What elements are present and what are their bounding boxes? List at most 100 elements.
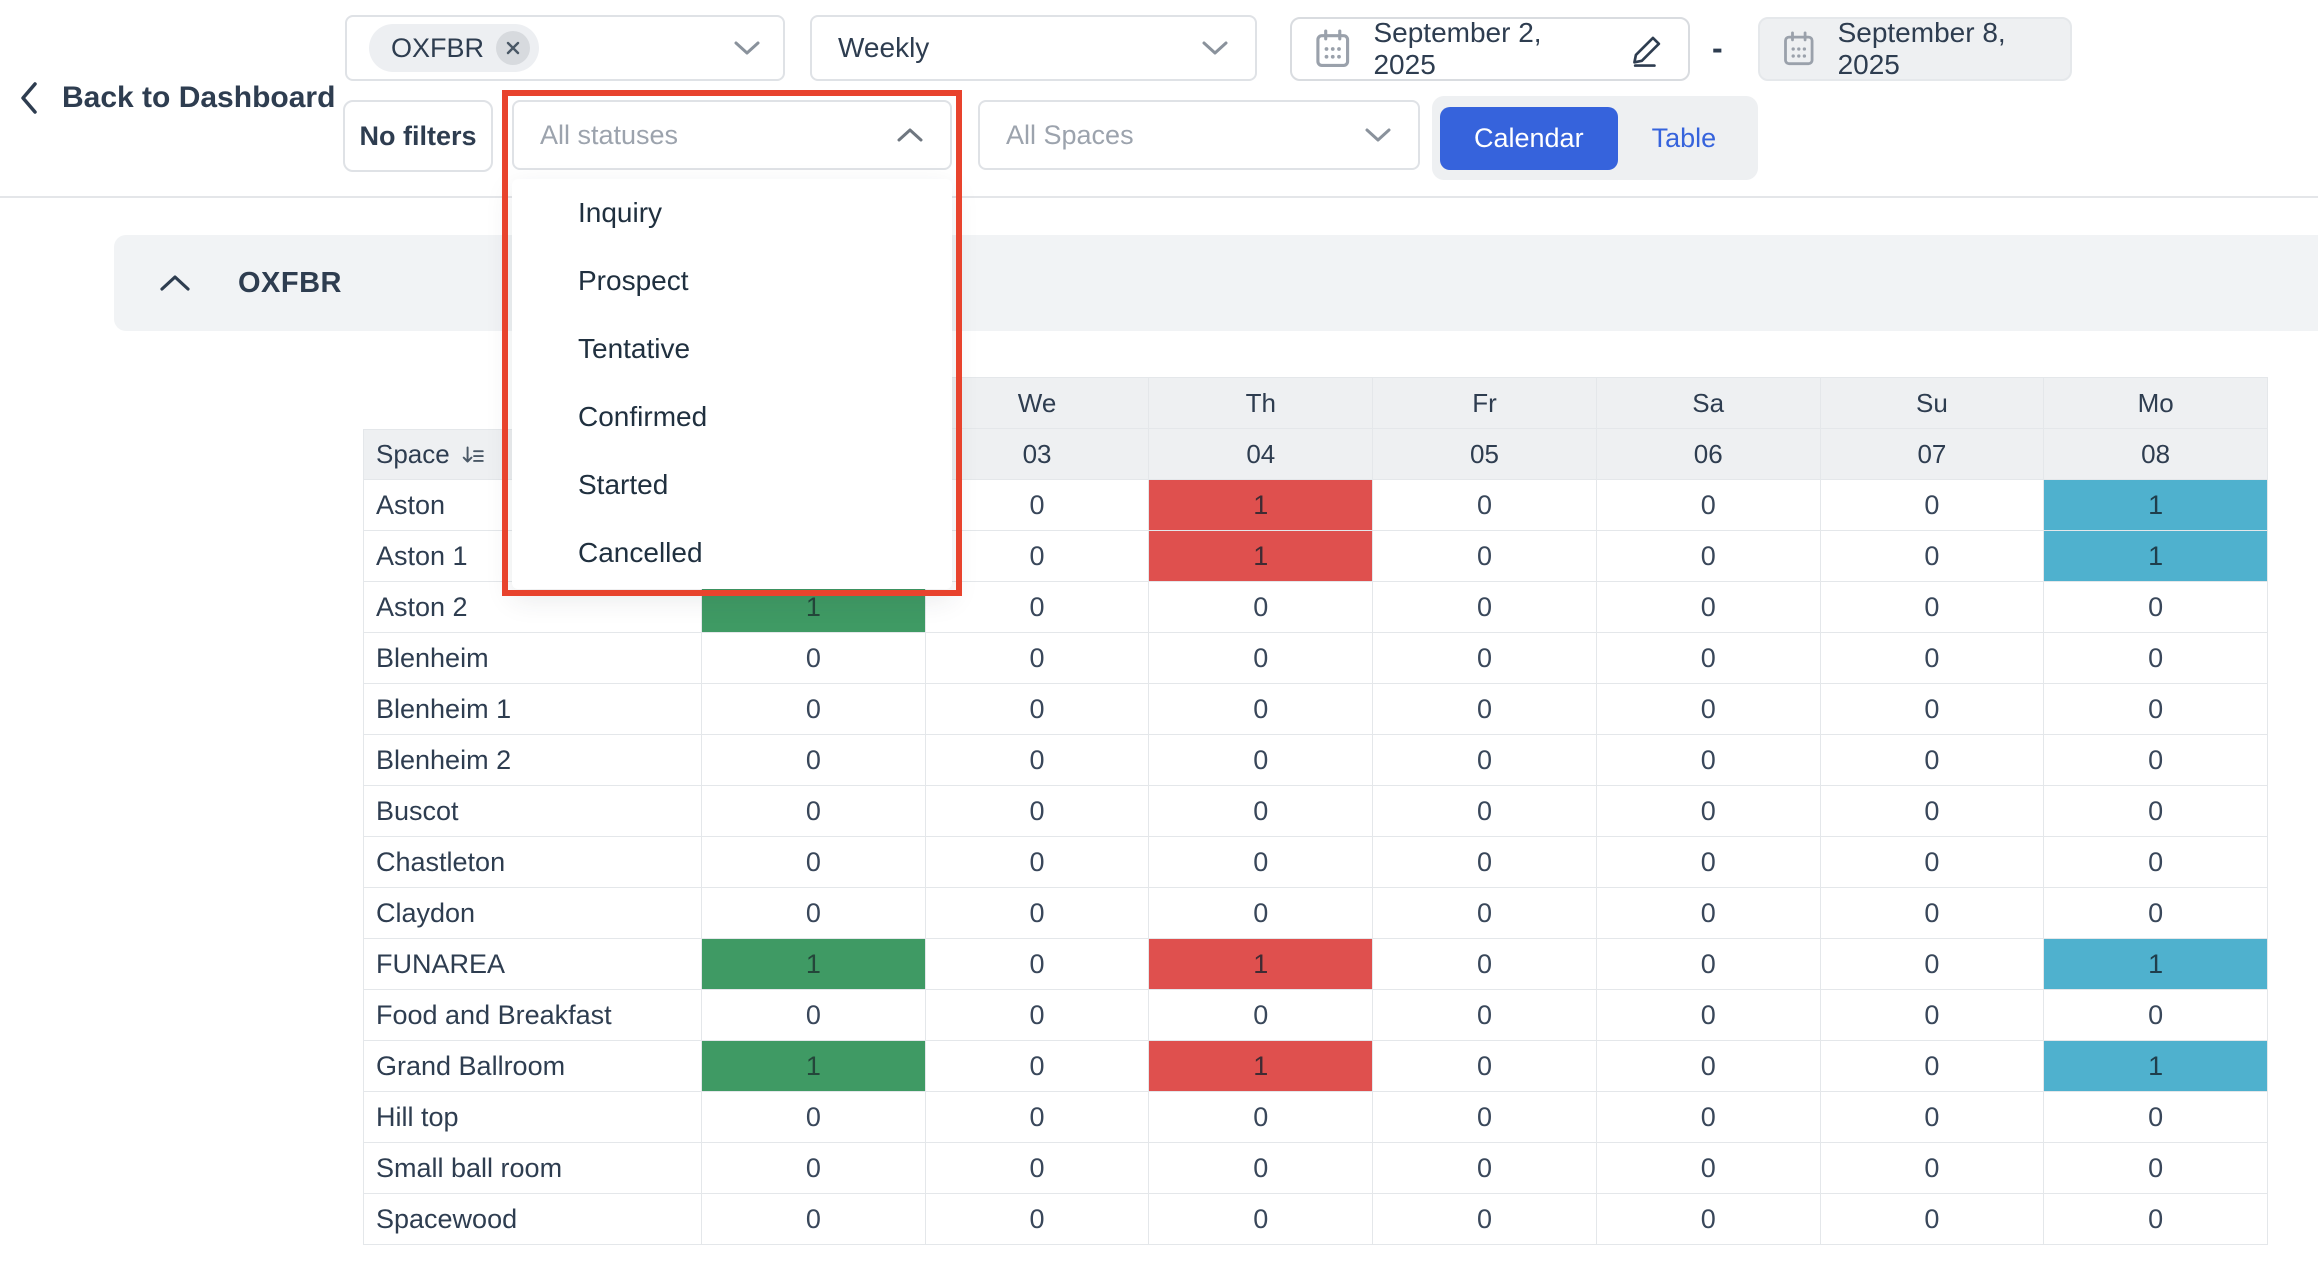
count-cell: 1: [2044, 480, 2268, 531]
collapse-chevron-icon[interactable]: [158, 273, 192, 293]
count-cell: 0: [1821, 633, 2045, 684]
count-cell: 0: [1821, 684, 2045, 735]
count-cell: 1: [1149, 531, 1373, 582]
status-select[interactable]: All statuses: [512, 100, 952, 170]
scope-select[interactable]: OXFBR: [345, 15, 785, 81]
chevron-up-icon: [896, 126, 924, 144]
status-option-tentative[interactable]: Tentative: [512, 315, 952, 383]
end-date-field[interactable]: September 8, 2025: [1758, 17, 2072, 81]
count-cell: 0: [1597, 582, 1821, 633]
chevron-left-icon: [18, 80, 40, 116]
count-cell: 0: [926, 1194, 1150, 1245]
table-row: Claydon0000000: [363, 888, 2268, 939]
count-cell: 1: [1149, 939, 1373, 990]
count-cell: 0: [1149, 735, 1373, 786]
scope-tag: OXFBR: [369, 24, 539, 72]
count-cell: 0: [1597, 1092, 1821, 1143]
count-cell: 0: [1373, 990, 1597, 1041]
count-cell: 0: [926, 888, 1150, 939]
count-cell: 0: [2044, 1194, 2268, 1245]
count-cell: 0: [1373, 1041, 1597, 1092]
table-row: Chastleton0000000: [363, 837, 2268, 888]
table-row: Grand Ballroom1010001: [363, 1041, 2268, 1092]
space-name-cell: Blenheim 1: [363, 684, 702, 735]
status-option-started[interactable]: Started: [512, 451, 952, 519]
space-name-cell: Claydon: [363, 888, 702, 939]
count-cell: 0: [702, 1194, 926, 1245]
count-cell: 0: [926, 582, 1150, 633]
count-cell: 0: [1149, 1092, 1373, 1143]
day-header-cell: Fr: [1373, 377, 1597, 429]
count-cell: 0: [1821, 837, 2045, 888]
count-cell: 0: [1149, 1194, 1373, 1245]
count-cell: 0: [926, 1092, 1150, 1143]
chevron-down-icon: [733, 39, 761, 57]
count-cell: 0: [2044, 1143, 2268, 1194]
count-cell: 0: [1821, 1143, 2045, 1194]
count-cell: 0: [926, 480, 1150, 531]
date-header-cell: 05: [1373, 429, 1597, 480]
section-header-oxfbr[interactable]: OXFBR: [114, 235, 2318, 331]
count-cell: 0: [1149, 888, 1373, 939]
count-cell: 0: [1597, 633, 1821, 684]
day-header-cell: Su: [1821, 377, 2045, 429]
table-row: Blenheim0000000: [363, 633, 2268, 684]
space-name-cell: Grand Ballroom: [363, 1041, 702, 1092]
count-cell: 0: [702, 735, 926, 786]
booking-grid-page: Back to Dashboard OXFBR Weekly: [0, 0, 2318, 1278]
space-name-cell: Spacewood: [363, 1194, 702, 1245]
no-filters-label: No filters: [359, 121, 476, 152]
spaces-placeholder: All Spaces: [1006, 120, 1134, 151]
count-cell: 0: [1821, 1041, 2045, 1092]
space-name-cell: FUNAREA: [363, 939, 702, 990]
end-date-value: September 8, 2025: [1838, 17, 2048, 81]
count-cell: 0: [2044, 837, 2268, 888]
count-cell: 0: [1149, 837, 1373, 888]
status-option-confirmed[interactable]: Confirmed: [512, 383, 952, 451]
count-cell: 0: [1373, 633, 1597, 684]
count-cell: 0: [1149, 582, 1373, 633]
count-cell: 0: [1821, 939, 2045, 990]
remove-tag-button[interactable]: [496, 31, 530, 65]
date-header-cell: 06: [1597, 429, 1821, 480]
back-to-dashboard-link[interactable]: Back to Dashboard: [18, 80, 335, 116]
count-cell: 0: [702, 684, 926, 735]
status-option-cancelled[interactable]: Cancelled: [512, 519, 952, 587]
count-cell: 0: [1373, 888, 1597, 939]
chevron-down-icon: [1201, 39, 1229, 57]
count-cell: 0: [926, 633, 1150, 684]
count-cell: 0: [2044, 633, 2268, 684]
no-filters-button[interactable]: No filters: [343, 100, 493, 172]
count-cell: 1: [702, 582, 926, 633]
count-cell: 1: [2044, 531, 2268, 582]
calendar-view-button[interactable]: Calendar: [1440, 107, 1618, 170]
count-cell: 0: [1373, 837, 1597, 888]
count-cell: 0: [1597, 1143, 1821, 1194]
space-name-cell: Buscot: [363, 786, 702, 837]
date-header-cell: 03: [926, 429, 1150, 480]
count-cell: 0: [1597, 480, 1821, 531]
table-row: Spacewood0000000: [363, 1194, 2268, 1245]
count-cell: 0: [1373, 735, 1597, 786]
spaces-select[interactable]: All Spaces: [978, 100, 1420, 170]
calendar-icon: [1314, 28, 1351, 70]
status-option-inquiry[interactable]: Inquiry: [512, 179, 952, 247]
count-cell: 0: [926, 837, 1150, 888]
count-cell: 0: [1149, 786, 1373, 837]
start-date-field[interactable]: September 2, 2025: [1290, 17, 1690, 81]
table-view-button[interactable]: Table: [1618, 107, 1751, 170]
space-name-cell: Aston 2: [363, 582, 702, 633]
edit-pencil-icon[interactable]: [1630, 31, 1666, 67]
day-header-cell: We: [926, 377, 1150, 429]
count-cell: 0: [1149, 1143, 1373, 1194]
table-body: Aston0010001Aston 10010001Aston 21000000…: [363, 480, 2268, 1245]
space-name-cell: Food and Breakfast: [363, 990, 702, 1041]
count-cell: 0: [1373, 582, 1597, 633]
status-option-prospect[interactable]: Prospect: [512, 247, 952, 315]
table-row: FUNAREA1010001: [363, 939, 2268, 990]
period-select[interactable]: Weekly: [810, 15, 1257, 81]
count-cell: 0: [1821, 531, 2045, 582]
table-row: Aston 21000000: [363, 582, 2268, 633]
count-cell: 0: [1373, 939, 1597, 990]
count-cell: 0: [1149, 633, 1373, 684]
